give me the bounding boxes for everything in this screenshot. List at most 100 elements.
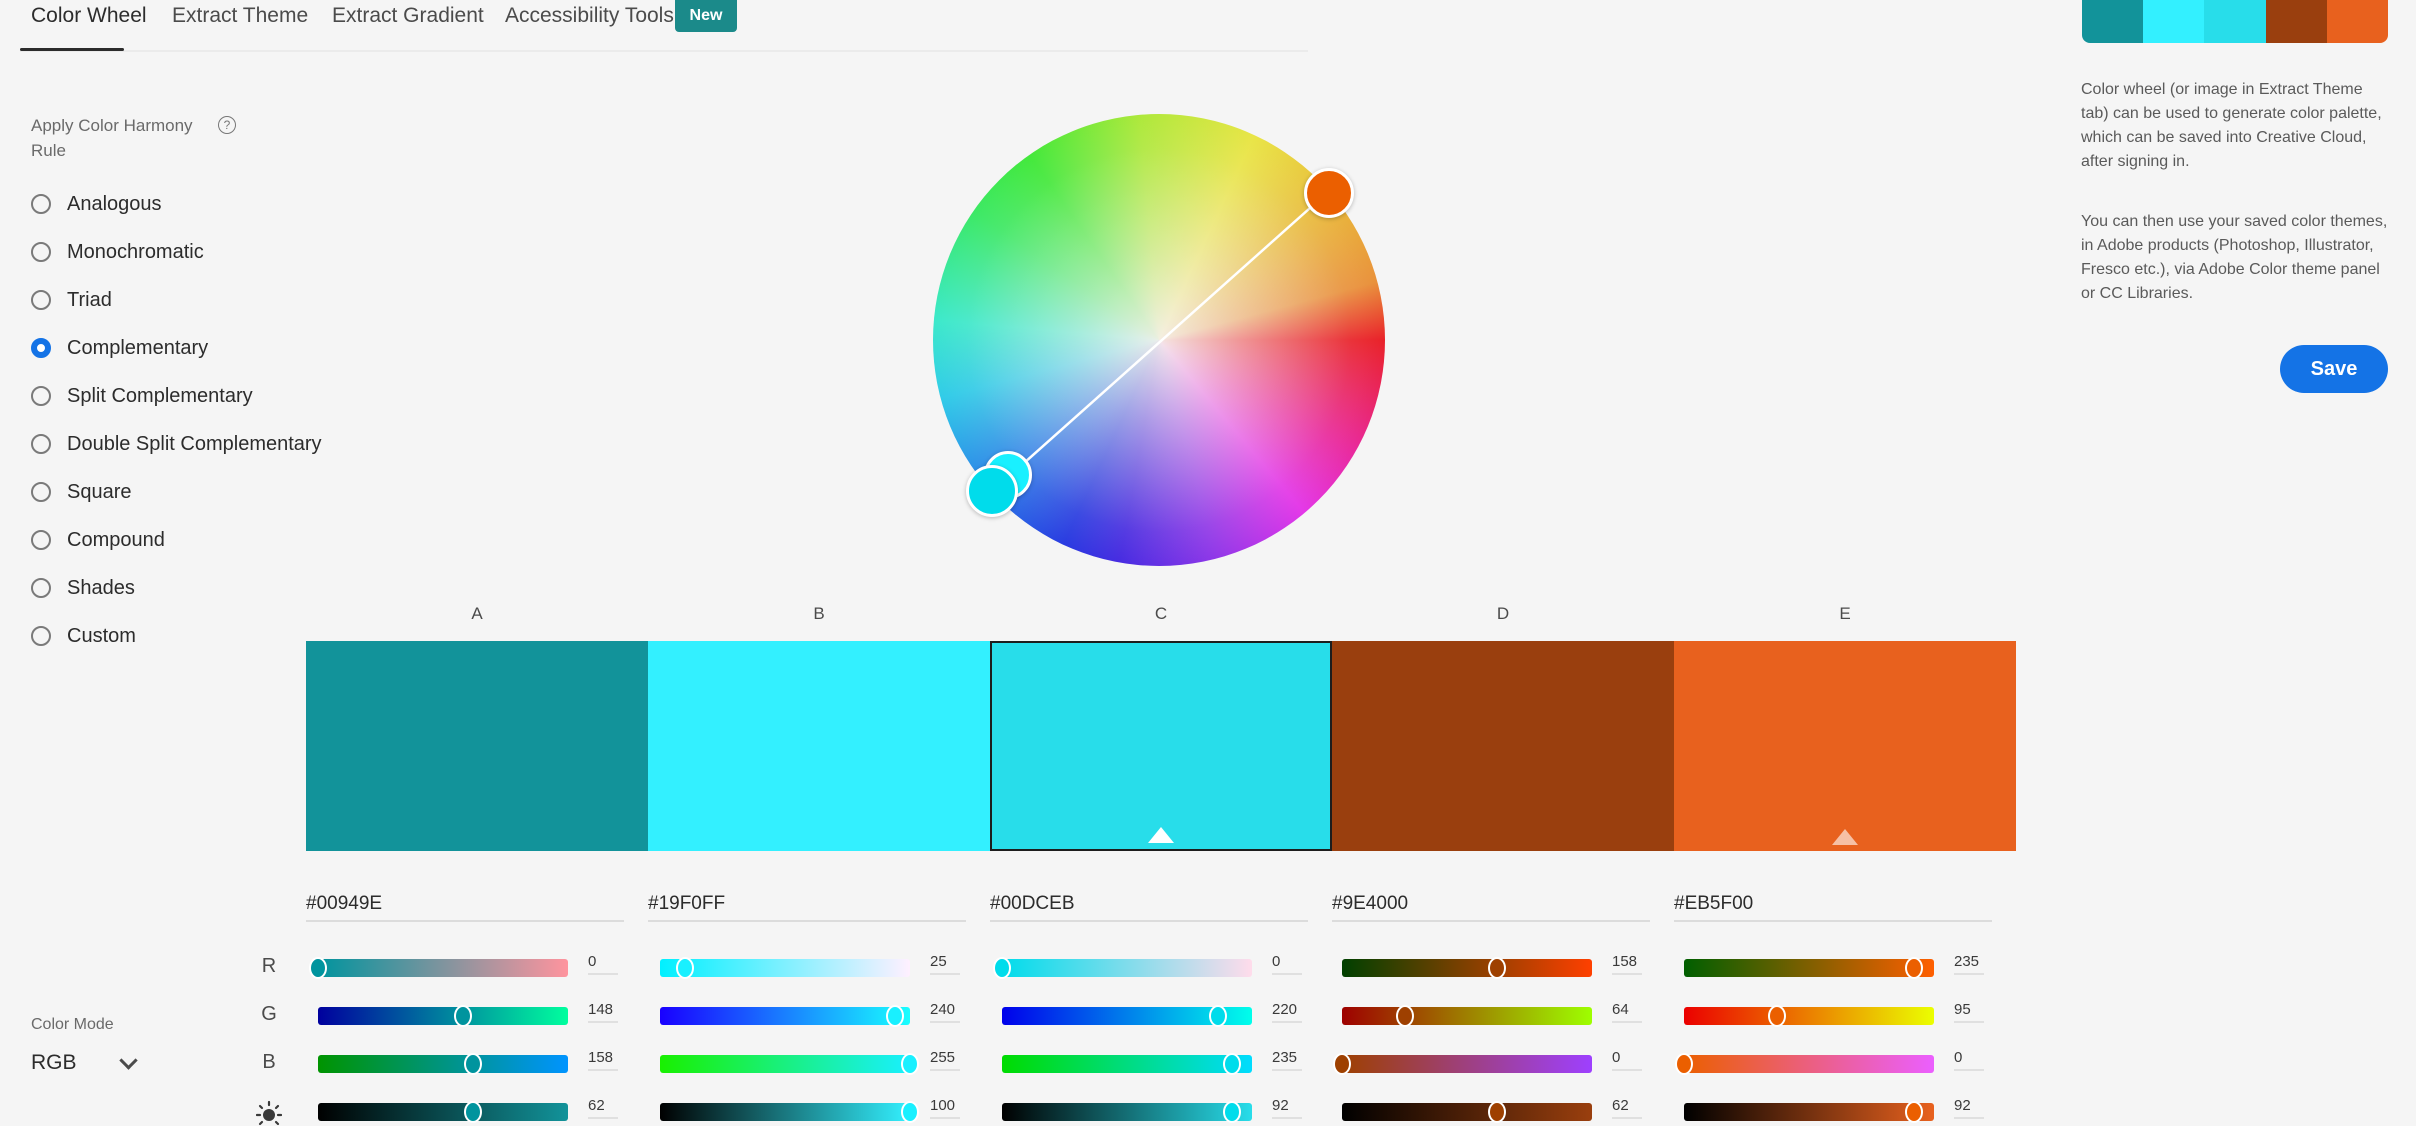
radio-button[interactable] <box>31 290 51 310</box>
tab-extract-gradient[interactable]: Extract Gradient <box>332 4 484 28</box>
slider-g-c[interactable] <box>1002 1005 1252 1027</box>
color-swatch-d[interactable] <box>1332 641 1674 851</box>
harmony-rule-compound[interactable]: Compound <box>31 525 165 555</box>
tab-extract-theme[interactable]: Extract Theme <box>172 4 308 28</box>
color-swatch-b[interactable] <box>648 641 990 851</box>
radio-button[interactable] <box>31 386 51 406</box>
color-swatch-c[interactable] <box>990 641 1332 851</box>
slider-thumb[interactable] <box>901 1101 919 1123</box>
tab-color-wheel[interactable]: Color Wheel <box>31 4 147 28</box>
value-g[interactable]: 148 <box>588 1001 618 1023</box>
slider-thumb[interactable] <box>1208 1005 1227 1027</box>
slider-g-b[interactable] <box>660 1005 910 1027</box>
slider-b-e[interactable] <box>1675 1053 1934 1075</box>
hex-input[interactable] <box>648 888 966 922</box>
harmony-rule-shades[interactable]: Shades <box>31 573 135 603</box>
slider-thumb[interactable] <box>1223 1101 1241 1123</box>
value-b[interactable]: 0 <box>1612 1049 1642 1071</box>
hex-input[interactable] <box>306 888 624 922</box>
slider-thumb[interactable] <box>1905 957 1924 979</box>
hex-input[interactable] <box>1332 888 1650 922</box>
color-mode-select[interactable]: RGB <box>31 1048 141 1078</box>
slider-thumb[interactable] <box>901 1053 919 1075</box>
radio-button[interactable] <box>31 578 51 598</box>
value-b[interactable]: 0 <box>1954 1049 1984 1071</box>
slider-thumb[interactable] <box>464 1101 482 1123</box>
slider-brightness-d[interactable] <box>1342 1101 1592 1123</box>
radio-button[interactable] <box>31 434 51 454</box>
slider-brightness-c[interactable] <box>1002 1101 1252 1123</box>
radio-button[interactable] <box>31 338 51 358</box>
slider-g-e[interactable] <box>1684 1005 1934 1027</box>
slider-r-b[interactable] <box>660 957 910 979</box>
value-g[interactable]: 240 <box>930 1001 960 1023</box>
slider-thumb[interactable] <box>1488 1101 1506 1123</box>
slider-b-a[interactable] <box>318 1053 568 1075</box>
value-b[interactable]: 235 <box>1272 1049 1302 1071</box>
hex-input[interactable] <box>990 888 1308 922</box>
color-wheel[interactable] <box>933 114 1385 566</box>
harmony-rule-custom[interactable]: Custom <box>31 621 136 651</box>
slider-thumb[interactable] <box>1768 1005 1787 1027</box>
slider-thumb[interactable] <box>993 957 1011 979</box>
radio-button[interactable] <box>31 194 51 214</box>
slider-b-c[interactable] <box>1002 1053 1252 1075</box>
slider-thumb[interactable] <box>1905 1101 1923 1123</box>
value-b[interactable]: 255 <box>930 1049 960 1071</box>
slider-thumb[interactable] <box>454 1005 473 1027</box>
slider-thumb[interactable] <box>463 1053 482 1075</box>
slider-g-d[interactable] <box>1342 1005 1592 1027</box>
slider-thumb[interactable] <box>675 957 694 979</box>
harmony-rule-split-complementary[interactable]: Split Complementary <box>31 381 253 411</box>
wheel-handle-c[interactable] <box>966 465 1018 517</box>
value-g[interactable]: 64 <box>1612 1001 1642 1023</box>
harmony-rule-monochromatic[interactable]: Monochromatic <box>31 237 204 267</box>
value-b[interactable]: 158 <box>588 1049 618 1071</box>
slider-thumb[interactable] <box>1333 1053 1351 1075</box>
value-brightness[interactable]: 62 <box>588 1097 618 1119</box>
value-brightness[interactable]: 100 <box>930 1097 960 1119</box>
slider-g-a[interactable] <box>318 1005 568 1027</box>
harmony-rule-analogous[interactable]: Analogous <box>31 189 162 219</box>
save-button[interactable]: Save <box>2280 345 2388 393</box>
radio-button[interactable] <box>31 242 51 262</box>
wheel-handle-base[interactable] <box>1304 168 1354 218</box>
slider-b-b[interactable] <box>660 1053 919 1075</box>
color-swatch-e[interactable] <box>1674 641 2016 851</box>
slider-r-d[interactable] <box>1342 957 1592 979</box>
value-brightness[interactable]: 92 <box>1272 1097 1302 1119</box>
tab-accessibility-tools[interactable]: Accessibility Tools <box>505 4 674 28</box>
slider-r-a[interactable] <box>309 957 568 979</box>
color-swatch-a[interactable] <box>306 641 648 851</box>
slider-thumb[interactable] <box>1487 957 1506 979</box>
radio-button[interactable] <box>31 530 51 550</box>
harmony-rule-triad[interactable]: Triad <box>31 285 112 315</box>
harmony-rule-double-split-complementary[interactable]: Double Split Complementary <box>31 429 322 459</box>
harmony-rule-square[interactable]: Square <box>31 477 132 507</box>
slider-brightness-a[interactable] <box>318 1101 568 1123</box>
slider-thumb[interactable] <box>309 957 327 979</box>
radio-button[interactable] <box>31 626 51 646</box>
value-g[interactable]: 95 <box>1954 1001 1984 1023</box>
slider-b-d[interactable] <box>1333 1053 1592 1075</box>
value-g[interactable]: 220 <box>1272 1001 1302 1023</box>
value-brightness[interactable]: 62 <box>1612 1097 1642 1119</box>
value-r[interactable]: 0 <box>1272 953 1302 975</box>
slider-brightness-b[interactable] <box>660 1101 919 1123</box>
hex-input[interactable] <box>1674 888 1992 922</box>
slider-brightness-e[interactable] <box>1684 1101 1934 1123</box>
slider-thumb[interactable] <box>1395 1005 1414 1027</box>
harmony-rule-complementary[interactable]: Complementary <box>31 333 208 363</box>
slider-r-e[interactable] <box>1684 957 1934 979</box>
value-r[interactable]: 25 <box>930 953 960 975</box>
slider-r-c[interactable] <box>993 957 1252 979</box>
value-brightness[interactable]: 92 <box>1954 1097 1984 1119</box>
slider-thumb[interactable] <box>886 1005 905 1027</box>
value-r[interactable]: 158 <box>1612 953 1642 975</box>
value-r[interactable]: 235 <box>1954 953 1984 975</box>
help-icon[interactable]: ? <box>218 116 236 134</box>
radio-button[interactable] <box>31 482 51 502</box>
slider-thumb[interactable] <box>1223 1053 1242 1075</box>
value-r[interactable]: 0 <box>588 953 618 975</box>
slider-thumb[interactable] <box>1675 1053 1693 1075</box>
